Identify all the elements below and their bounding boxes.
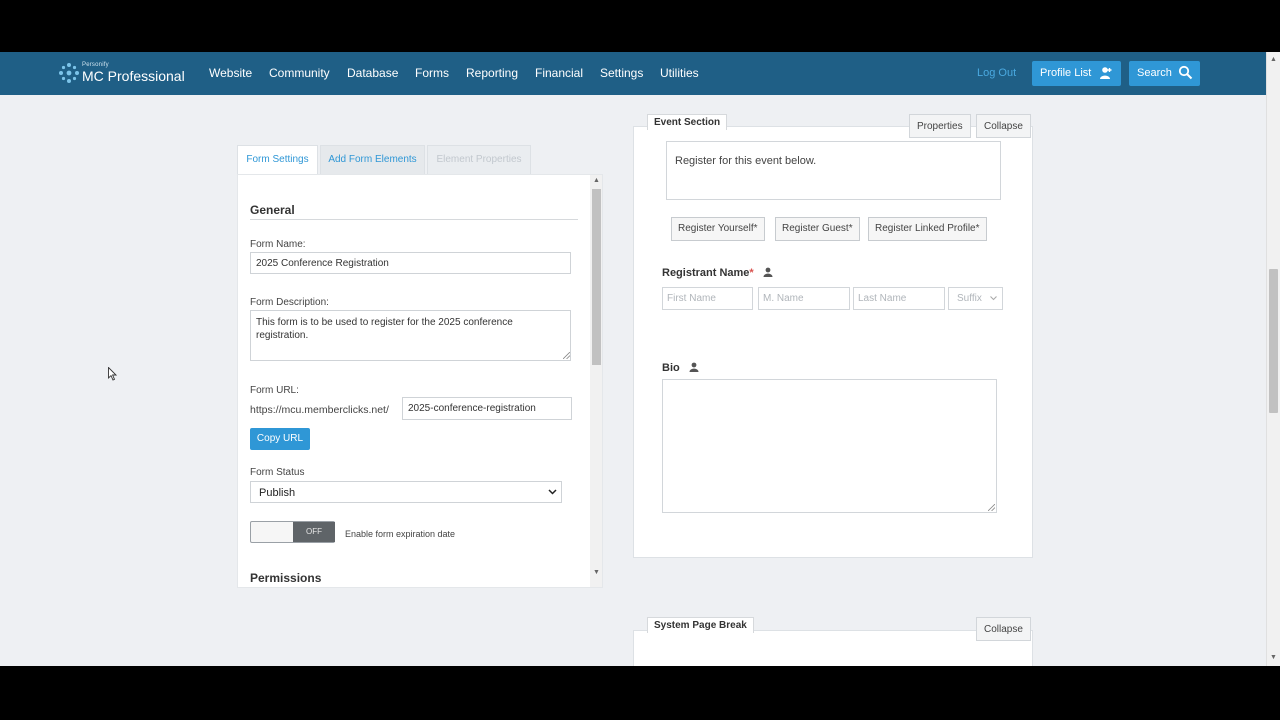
bio-label: Bio <box>662 362 699 374</box>
form-status-value: Publish <box>259 487 296 499</box>
suffix-chevron-down-icon <box>990 296 997 301</box>
form-status-label: Form Status <box>250 467 305 478</box>
profile-list-button[interactable]: Profile List <box>1032 61 1121 86</box>
register-guest-button[interactable]: Register Guest* <box>775 217 860 241</box>
nav-database[interactable]: Database <box>347 66 398 80</box>
add-user-icon <box>1100 67 1112 79</box>
permissions-heading: Permissions <box>250 571 322 585</box>
scroll-down-icon[interactable]: ▼ <box>1270 654 1277 661</box>
nav-financial[interactable]: Financial <box>535 66 583 80</box>
search-icon <box>1178 65 1193 80</box>
form-name-label: Form Name: <box>250 239 306 250</box>
profile-list-label: Profile List <box>1040 67 1092 79</box>
logout-link[interactable]: Log Out <box>977 67 1016 79</box>
registrant-name-text: Registrant Name <box>662 267 750 279</box>
form-description-label: Form Description: <box>250 297 329 308</box>
event-collapse-button[interactable]: Collapse <box>976 114 1031 138</box>
tab-add-form-elements[interactable]: Add Form Elements <box>320 145 425 174</box>
tab-element-properties[interactable]: Element Properties <box>427 145 531 174</box>
logo-icon <box>59 63 79 83</box>
event-section-tab: Event Section <box>647 114 728 130</box>
resize-handle-icon[interactable] <box>563 352 570 359</box>
nav-website[interactable]: Website <box>209 66 252 80</box>
general-heading: General <box>250 203 295 217</box>
register-linked-profile-button[interactable]: Register Linked Profile* <box>868 217 987 241</box>
form-name-input[interactable]: 2025 Conference Registration <box>250 252 571 274</box>
form-url-prefix: https://mcu.memberclicks.net/ <box>250 404 389 416</box>
bio-text: Bio <box>662 362 680 374</box>
page-break-collapse-button[interactable]: Collapse <box>976 617 1031 641</box>
search-label: Search <box>1137 67 1172 79</box>
form-description-textarea[interactable]: This form is to be used to register for … <box>250 310 571 361</box>
registrant-name-label: Registrant Name* <box>662 267 773 279</box>
mouse-cursor-icon <box>108 367 117 381</box>
form-status-select[interactable]: Publish <box>250 481 562 503</box>
logo[interactable]: Personify MC Professional <box>58 62 193 86</box>
event-section-card: Register for this event below. Register … <box>633 126 1033 558</box>
properties-button[interactable]: Properties <box>909 114 971 138</box>
expiration-label: Enable form expiration date <box>345 529 456 539</box>
middle-name-input[interactable]: M. Name <box>758 287 850 310</box>
chevron-down-icon <box>548 489 557 495</box>
first-name-input[interactable]: First Name <box>662 287 753 310</box>
page-break-card <box>633 630 1033 666</box>
panel-scroll-up-icon[interactable]: ▲ <box>593 177 600 184</box>
logo-product-text: MC Professional <box>82 68 185 84</box>
nav-utilities[interactable]: Utilities <box>660 66 699 80</box>
general-divider <box>250 219 578 220</box>
search-button[interactable]: Search <box>1129 61 1200 86</box>
copy-url-button[interactable]: Copy URL <box>250 428 310 450</box>
tab-form-settings[interactable]: Form Settings <box>237 145 318 174</box>
register-yourself-button[interactable]: Register Yourself* <box>671 217 765 241</box>
top-navbar: Personify MC Professional Website Commun… <box>0 52 1266 95</box>
event-intro-text[interactable]: Register for this event below. <box>666 141 1001 200</box>
user-icon <box>763 267 773 277</box>
form-settings-panel: General Form Name: 2025 Conference Regis… <box>237 174 603 588</box>
nav-reporting[interactable]: Reporting <box>466 66 518 80</box>
form-url-label: Form URL: <box>250 385 299 396</box>
nav-community[interactable]: Community <box>269 66 330 80</box>
suffix-placeholder: Suffix <box>957 293 982 304</box>
required-mark: * <box>749 267 754 279</box>
nav-forms[interactable]: Forms <box>415 66 449 80</box>
form-url-slug-input[interactable]: 2025-conference-registration <box>402 397 572 420</box>
panel-scroll-down-icon[interactable]: ▼ <box>593 569 600 576</box>
expiration-toggle[interactable]: OFF <box>250 521 335 543</box>
nav-settings[interactable]: Settings <box>600 66 643 80</box>
toggle-state: OFF <box>293 522 335 542</box>
page-scroll-thumb[interactable] <box>1269 269 1278 413</box>
app-viewport: Personify MC Professional Website Commun… <box>0 52 1280 666</box>
scroll-up-icon[interactable]: ▲ <box>1270 56 1277 63</box>
page-break-tab: System Page Break <box>647 617 754 633</box>
bio-resize-handle-icon[interactable] <box>988 504 995 511</box>
panel-scroll-thumb[interactable] <box>592 189 601 365</box>
bio-textarea[interactable] <box>662 379 997 513</box>
last-name-input[interactable]: Last Name <box>853 287 945 310</box>
suffix-select[interactable]: Suffix <box>948 287 1003 310</box>
bio-user-icon <box>689 362 699 372</box>
page-scrollbar[interactable]: ▲ ▼ <box>1266 52 1280 666</box>
settings-panel-scrollbar[interactable]: ▲ ▼ <box>590 175 602 587</box>
